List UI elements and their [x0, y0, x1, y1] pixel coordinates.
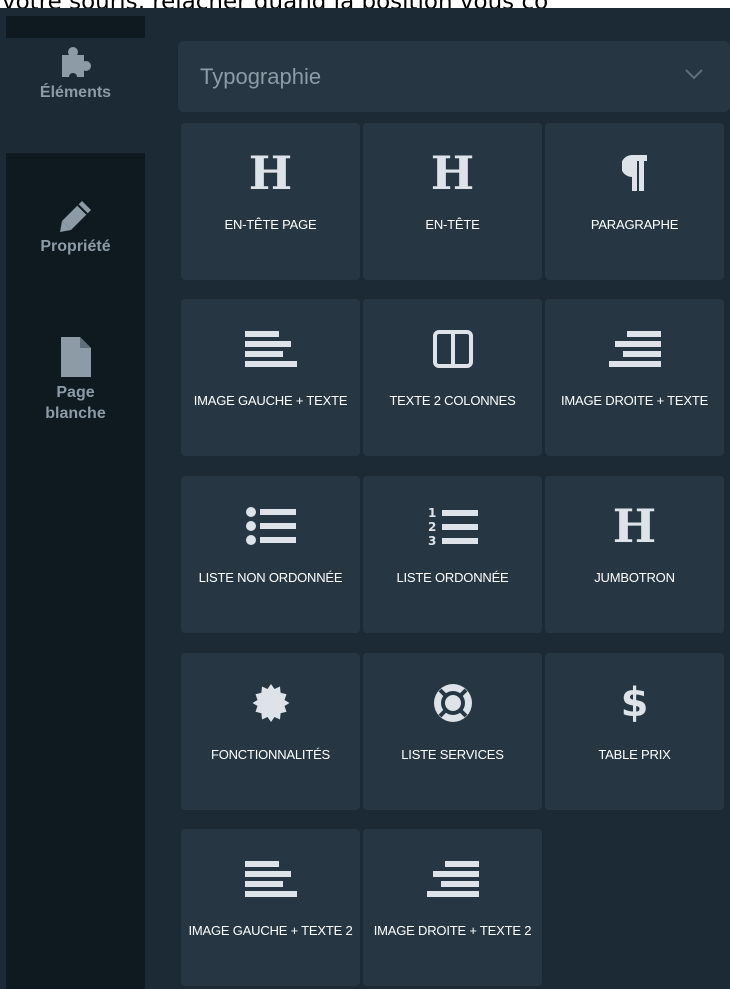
sidebar-item-label: Page blanche — [45, 384, 106, 422]
columns-icon — [363, 319, 542, 379]
puzzle-icon — [59, 42, 93, 82]
tile-label: EN-TÊTE PAGE — [224, 217, 317, 232]
element-tile-paragraph[interactable]: PARAGRAPHE — [545, 123, 724, 280]
paragraph-icon — [545, 143, 724, 203]
align-right-icon — [363, 849, 542, 909]
svg-text:1: 1 — [428, 506, 436, 520]
category-select[interactable]: Typographie — [178, 41, 730, 112]
heading-icon: H — [248, 146, 293, 200]
page-builder-panel: Éléments Propriété Page blanche Typograp… — [0, 8, 730, 989]
element-tile-header[interactable]: H EN-TÊTE — [363, 123, 542, 280]
list-ul-icon — [181, 496, 360, 556]
svg-text:3: 3 — [428, 534, 436, 546]
tile-label: IMAGE DROITE + TEXTE — [560, 393, 709, 408]
file-icon — [60, 332, 91, 382]
element-tile-ordered-list[interactable]: 1 2 3 LISTE ORDONNÉE — [363, 476, 542, 633]
sidebar-item-label: Propriété — [40, 238, 111, 255]
element-tile-features[interactable]: FONCTIONNALITÉS — [181, 653, 360, 810]
tile-label: IMAGE GAUCHE + TEXTE — [193, 393, 348, 408]
element-tile-services-list[interactable]: LISTE SERVICES — [363, 653, 542, 810]
tile-label: LISTE ORDONNÉE — [396, 570, 509, 585]
svg-text:2: 2 — [428, 520, 436, 534]
tile-label: IMAGE DROITE + TEXTE 2 — [373, 923, 532, 938]
tile-label: FONCTIONNALITÉS — [210, 747, 331, 762]
tile-label: TABLE PRIX — [598, 747, 671, 762]
tile-label: TEXTE 2 COLONNES — [389, 393, 516, 408]
sidebar-item-elements[interactable]: Éléments — [6, 38, 145, 153]
element-tile-unordered-list[interactable]: LISTE NON ORDONNÉE — [181, 476, 360, 633]
chevron-down-icon — [684, 67, 704, 85]
element-tile-image-right-text[interactable]: IMAGE DROITE + TEXTE — [545, 299, 724, 456]
element-tile-page-header[interactable]: H EN-TÊTE PAGE — [181, 123, 360, 280]
align-left-icon — [181, 849, 360, 909]
align-right-icon — [545, 319, 724, 379]
tile-label: LISTE SERVICES — [401, 747, 504, 762]
pencil-icon — [58, 196, 94, 236]
tile-label: EN-TÊTE — [425, 217, 480, 232]
certificate-icon — [181, 673, 360, 733]
heading-icon: H — [430, 146, 475, 200]
tile-label: IMAGE GAUCHE + TEXTE 2 — [188, 923, 353, 938]
tile-label: LISTE NON ORDONNÉE — [198, 570, 343, 585]
element-tile-pricing-table[interactable]: $ TABLE PRIX — [545, 653, 724, 810]
element-tile-image-left-text[interactable]: IMAGE GAUCHE + TEXTE — [181, 299, 360, 456]
tile-label: JUMBOTRON — [594, 570, 675, 585]
sidebar-item-properties[interactable]: Propriété — [6, 196, 145, 296]
align-left-icon — [181, 319, 360, 379]
category-select-value: Typographie — [200, 63, 322, 89]
tile-label: PARAGRAPHE — [590, 217, 679, 232]
element-tile-image-left-text-2[interactable]: IMAGE GAUCHE + TEXTE 2 — [181, 829, 360, 986]
life-ring-icon — [363, 673, 542, 733]
element-tile-image-right-text-2[interactable]: IMAGE DROITE + TEXTE 2 — [363, 829, 542, 986]
dollar-icon: $ — [620, 680, 649, 726]
sidebar-item-label: Éléments — [39, 84, 112, 101]
element-tile-jumbotron[interactable]: H JUMBOTRON — [545, 476, 724, 633]
sidebar-item-blank-page[interactable]: Page blanche — [6, 332, 145, 472]
sidebar: Éléments Propriété Page blanche — [6, 16, 145, 989]
list-ol-icon: 1 2 3 — [363, 496, 542, 556]
element-tile-two-columns[interactable]: TEXTE 2 COLONNES — [363, 299, 542, 456]
heading-icon: H — [612, 499, 657, 553]
